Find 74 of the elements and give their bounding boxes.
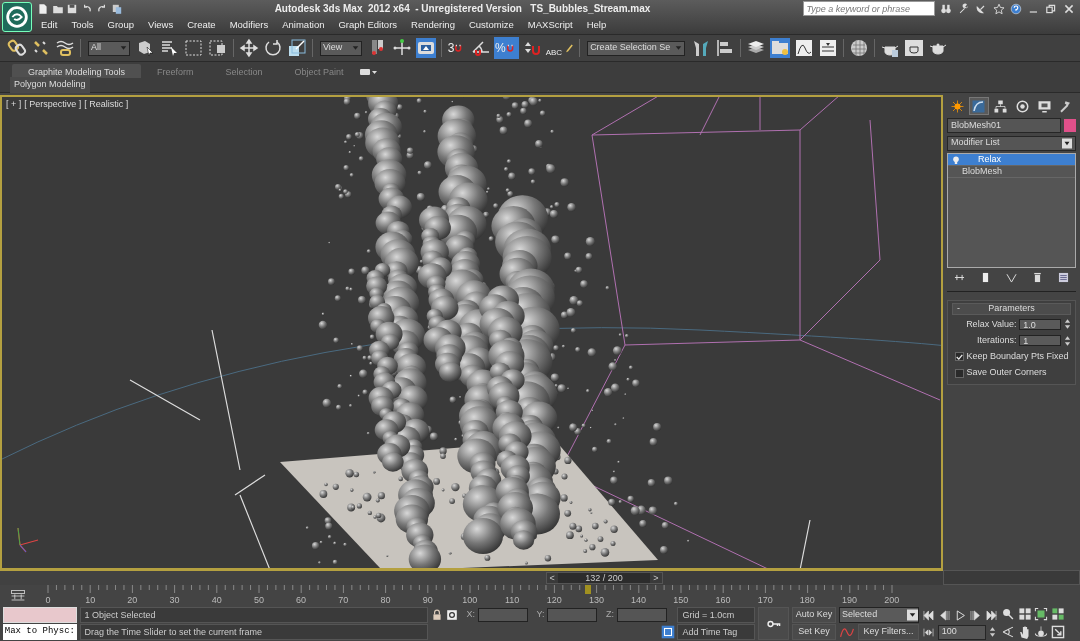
key-mode-dropdown[interactable]: Selected: [839, 607, 920, 623]
set-key-button[interactable]: Set Key: [791, 624, 837, 640]
frame-number: 170: [756, 593, 774, 607]
frame-number: 120: [545, 593, 563, 607]
viewport-menu-label[interactable]: [ Perspective ]: [24, 98, 82, 112]
menu-item[interactable]: Create: [180, 18, 223, 33]
frame-number: 60: [295, 593, 308, 607]
ribbon-panel-tab[interactable]: Polygon Modeling: [10, 77, 90, 93]
auto-key-button[interactable]: Auto Key: [791, 607, 837, 623]
dropdown[interactable]: Create Selection Se: [587, 40, 685, 56]
frame-number: 180: [798, 593, 816, 607]
modifier-stack-item[interactable]: Relax: [948, 154, 1075, 167]
frame-number: 150: [672, 593, 690, 607]
modifier-list-dropdown[interactable]: Modifier List: [947, 135, 1076, 151]
frame-number: 40: [210, 593, 223, 607]
frame-number: 90: [421, 593, 434, 607]
frame-number: 130: [587, 593, 605, 607]
frame-number: 20: [126, 593, 139, 607]
current-frame-field[interactable]: 100: [937, 624, 986, 640]
frame-number: 100: [461, 593, 479, 607]
coordinate-label: X:: [466, 608, 475, 622]
frame-counter: 132 / 200: [584, 573, 624, 583]
frame-number: 80: [379, 593, 392, 607]
viewport[interactable]: [ + ] [ Perspective ] [ Realistic ]: [0, 95, 943, 570]
snap-toggle-button[interactable]: 3: [446, 37, 468, 59]
status-field: 1 Object Selected: [79, 607, 429, 623]
coordinate-label: Z:: [605, 608, 614, 622]
next-frame-button[interactable]: >: [650, 573, 662, 583]
frame-number: 0: [44, 593, 52, 607]
checkbox-label: Save Outer Corners: [966, 366, 1047, 380]
input-field[interactable]: 1: [1019, 335, 1062, 346]
viewport-menu-label[interactable]: [ Realistic ]: [84, 98, 129, 112]
menu-item[interactable]: Modifiers: [222, 18, 276, 33]
add-time-tag-field[interactable]: Add Time Tag: [677, 624, 756, 640]
menu-item[interactable]: MAXScript: [520, 18, 580, 33]
dropdown[interactable]: All: [88, 40, 130, 56]
menu-item[interactable]: Customize: [461, 18, 521, 33]
viewport-menu-label[interactable]: [ + ]: [6, 98, 22, 112]
menu-item[interactable]: Tools: [64, 18, 101, 33]
search-field[interactable]: Type a keyword or phrase: [802, 1, 935, 16]
frame-number: 190: [841, 593, 859, 607]
object-name-field[interactable]: BlobMesh01: [947, 117, 1062, 133]
frame-number: 140: [630, 593, 648, 607]
previous-frame-button[interactable]: <: [546, 573, 558, 583]
frame-number: 200: [883, 593, 901, 607]
field-label: Relax Value:: [966, 317, 1017, 331]
field-label: Iterations:: [976, 333, 1017, 347]
dropdown[interactable]: View: [320, 40, 362, 56]
menu-item[interactable]: Edit: [34, 18, 65, 33]
frame-number: 30: [168, 593, 181, 607]
menu-item[interactable]: Rendering: [404, 18, 462, 33]
frame-number: 70: [337, 593, 350, 607]
window-title: Autodesk 3ds Max 2012 x64 - Unregistered Version TS_Bubbles_Stream.max: [273, 2, 652, 16]
grid-size-field: Grid = 1.0cm: [677, 607, 756, 623]
menu-item[interactable]: Animation: [275, 18, 332, 33]
rollout-header[interactable]: - Parameters: [952, 302, 1071, 315]
frame-number: 110: [503, 593, 521, 607]
menu-item[interactable]: Help: [579, 18, 614, 33]
key-filters-button[interactable]: Key Filters...: [857, 624, 920, 640]
coordinate-label: Y:: [536, 608, 545, 622]
menu-item[interactable]: Views: [140, 18, 181, 33]
checkbox-label: Keep Boundary Pts Fixed: [966, 350, 1069, 363]
edit-named-selection-button[interactable]: ABC: [544, 37, 576, 59]
menu-item[interactable]: Graph Editors: [331, 18, 405, 33]
modifier-stack-item[interactable]: BlobMesh: [948, 166, 1075, 179]
input-field[interactable]: 1.0: [1019, 318, 1062, 330]
frame-number: 10: [84, 593, 97, 607]
ribbon-tab[interactable]: Graphite Modeling Tools: [12, 64, 141, 78]
frame-number: 50: [252, 593, 265, 607]
time-slider-thumb[interactable]: < 132 / 200 >: [545, 572, 663, 584]
frame-number: 160: [714, 593, 732, 607]
menu-item[interactable]: Group: [100, 18, 141, 33]
script-listener-output[interactable]: Max to Physc:: [2, 624, 77, 640]
snap-toggle-button[interactable]: %: [494, 37, 519, 59]
